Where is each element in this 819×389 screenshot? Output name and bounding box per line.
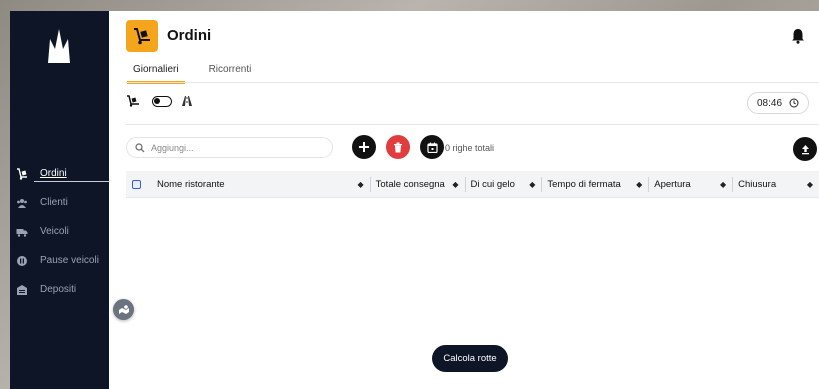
upload-icon xyxy=(801,144,809,154)
calendar-icon xyxy=(426,142,438,153)
mode-toggle[interactable] xyxy=(152,95,172,107)
users-icon xyxy=(16,197,28,209)
page-title: Ordini xyxy=(167,27,212,44)
toggle-knob xyxy=(154,97,160,104)
sort-icon: ◆ xyxy=(357,179,364,189)
sidebar-item-pause-veicoli[interactable]: Pause veicoli xyxy=(10,246,109,275)
column-header[interactable]: Totale consegna ◆ xyxy=(369,171,465,198)
tab-giornalieri[interactable]: Giornalieri xyxy=(127,64,185,84)
sort-icon: ◆ xyxy=(529,179,536,189)
bell-icon[interactable] xyxy=(791,28,805,44)
hand-truck-icon xyxy=(127,95,139,107)
column-label: Nome ristorante xyxy=(156,178,225,190)
hand-truck-icon xyxy=(134,28,150,45)
hand-truck-icon xyxy=(16,167,28,180)
road-icon xyxy=(182,96,192,106)
rows-count: 0 righe totali xyxy=(445,143,495,153)
clock-icon xyxy=(789,98,799,108)
calculate-routes-button[interactable]: Calcola rotte xyxy=(432,345,508,372)
pause-icon xyxy=(16,255,28,267)
search-input[interactable] xyxy=(151,142,321,153)
time-picker[interactable]: 08:46 xyxy=(747,92,809,114)
upload-button[interactable] xyxy=(793,137,817,161)
tab-ricorrenti[interactable]: Ricorrenti xyxy=(209,64,252,84)
column-label: Di cui gelo xyxy=(470,178,515,190)
sidebar-nav: Ordini Clienti Veicoli Pause veicoli Dep… xyxy=(10,159,109,304)
column-label: Chiusura xyxy=(738,178,777,190)
calendar-button[interactable] xyxy=(420,135,444,159)
sidebar-item-depositi[interactable]: Depositi xyxy=(10,275,109,304)
plus-icon xyxy=(359,142,369,152)
app-window: Ordini Clienti Veicoli Pause veicoli Dep… xyxy=(10,11,819,389)
sidebar-item-clienti[interactable]: Clienti xyxy=(10,188,109,217)
sort-icon: ◆ xyxy=(719,179,727,189)
column-header[interactable]: Di cui gelo ◆ xyxy=(464,171,542,198)
divider xyxy=(126,82,819,83)
search-field[interactable] xyxy=(126,137,333,158)
sidebar-item-label: Veicoli xyxy=(40,226,69,237)
sidebar-item-label: Clienti xyxy=(40,197,68,208)
select-all-checkbox[interactable] xyxy=(132,179,141,189)
mode-toolbar xyxy=(126,95,194,107)
column-header[interactable]: Nome ristorante ◆ xyxy=(151,171,370,198)
column-label: Totale consegna xyxy=(375,178,445,190)
column-header[interactable]: Chiusura ◆ xyxy=(732,171,819,198)
sort-icon: ◆ xyxy=(636,179,643,189)
header-icon xyxy=(126,20,158,52)
time-value: 08:46 xyxy=(756,97,783,109)
sidebar: Ordini Clienti Veicoli Pause veicoli Dep… xyxy=(10,11,109,389)
sidebar-item-label: Ordini xyxy=(40,168,67,179)
add-button[interactable] xyxy=(352,135,376,159)
tab-bar: Giornalieri Ricorrenti xyxy=(127,64,252,84)
crown-logo-icon xyxy=(48,29,70,63)
main-content: Ordini Giornalieri Ricorrenti 08:46 Aggi… xyxy=(109,11,819,389)
column-header[interactable]: Tempo di fermata ◆ xyxy=(541,171,648,198)
column-label: Tempo di fermata xyxy=(547,178,621,190)
search-icon xyxy=(135,142,145,152)
sort-icon: ◆ xyxy=(806,179,813,189)
column-header[interactable]: Apertura ◆ xyxy=(648,171,732,198)
sidebar-item-label: Pause veicoli xyxy=(40,255,99,266)
sort-icon: ◆ xyxy=(452,179,459,189)
warehouse-icon xyxy=(16,284,28,296)
table-header: Nome ristorante ◆ Totale consegna ◆ Di c… xyxy=(126,171,819,198)
divider xyxy=(126,124,819,125)
delete-button[interactable] xyxy=(386,135,410,159)
truck-icon xyxy=(16,226,28,238)
sidebar-item-ordini[interactable]: Ordini xyxy=(10,159,109,188)
trash-icon xyxy=(394,142,402,152)
sidebar-item-label: Depositi xyxy=(40,284,77,295)
sidebar-item-veicoli[interactable]: Veicoli xyxy=(10,217,109,246)
column-label: Apertura xyxy=(654,178,691,190)
